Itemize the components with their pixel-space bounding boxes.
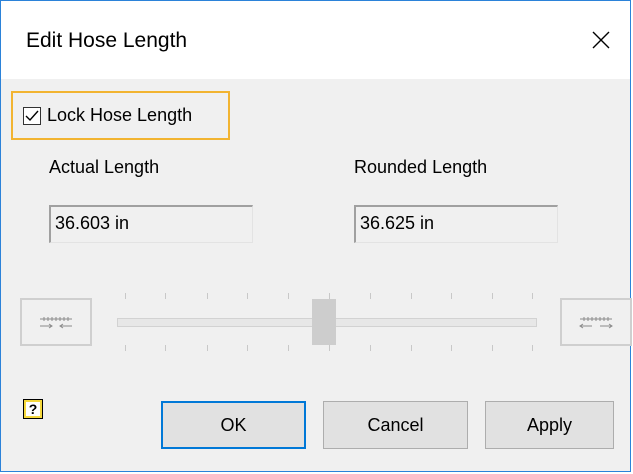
edit-hose-length-dialog: Edit Hose Length Lock Hose Length Actual…	[0, 0, 632, 472]
shorten-button[interactable]	[20, 298, 92, 346]
rounded-length-field[interactable]: 36.625 in	[354, 205, 558, 243]
lengthen-button[interactable]	[560, 298, 632, 346]
help-button[interactable]: ?	[23, 399, 43, 419]
lock-hose-length-checkbox[interactable]: Lock Hose Length	[11, 91, 230, 140]
lock-hose-length-label: Lock Hose Length	[47, 105, 193, 125]
actual-length-field[interactable]: 36.603 in	[49, 205, 253, 243]
apply-button[interactable]: Apply	[485, 401, 614, 449]
title-bar: Edit Hose Length	[1, 1, 630, 79]
checkbox[interactable]	[23, 106, 41, 125]
increase-length-icon	[579, 317, 613, 329]
actual-length-label: Actual Length	[49, 157, 160, 177]
slider-thumb[interactable]	[312, 299, 336, 345]
checkmark-icon	[25, 110, 39, 121]
slider-ticks-bottom	[125, 343, 533, 353]
close-button[interactable]	[582, 21, 620, 59]
ok-button[interactable]: OK	[161, 401, 306, 449]
cancel-button[interactable]: Cancel	[323, 401, 468, 449]
rounded-length-label: Rounded Length	[354, 157, 488, 177]
decrease-length-icon	[40, 317, 72, 329]
close-icon	[592, 31, 610, 49]
dialog-title: Edit Hose Length	[26, 29, 188, 52]
help-icon: ?	[28, 401, 38, 417]
